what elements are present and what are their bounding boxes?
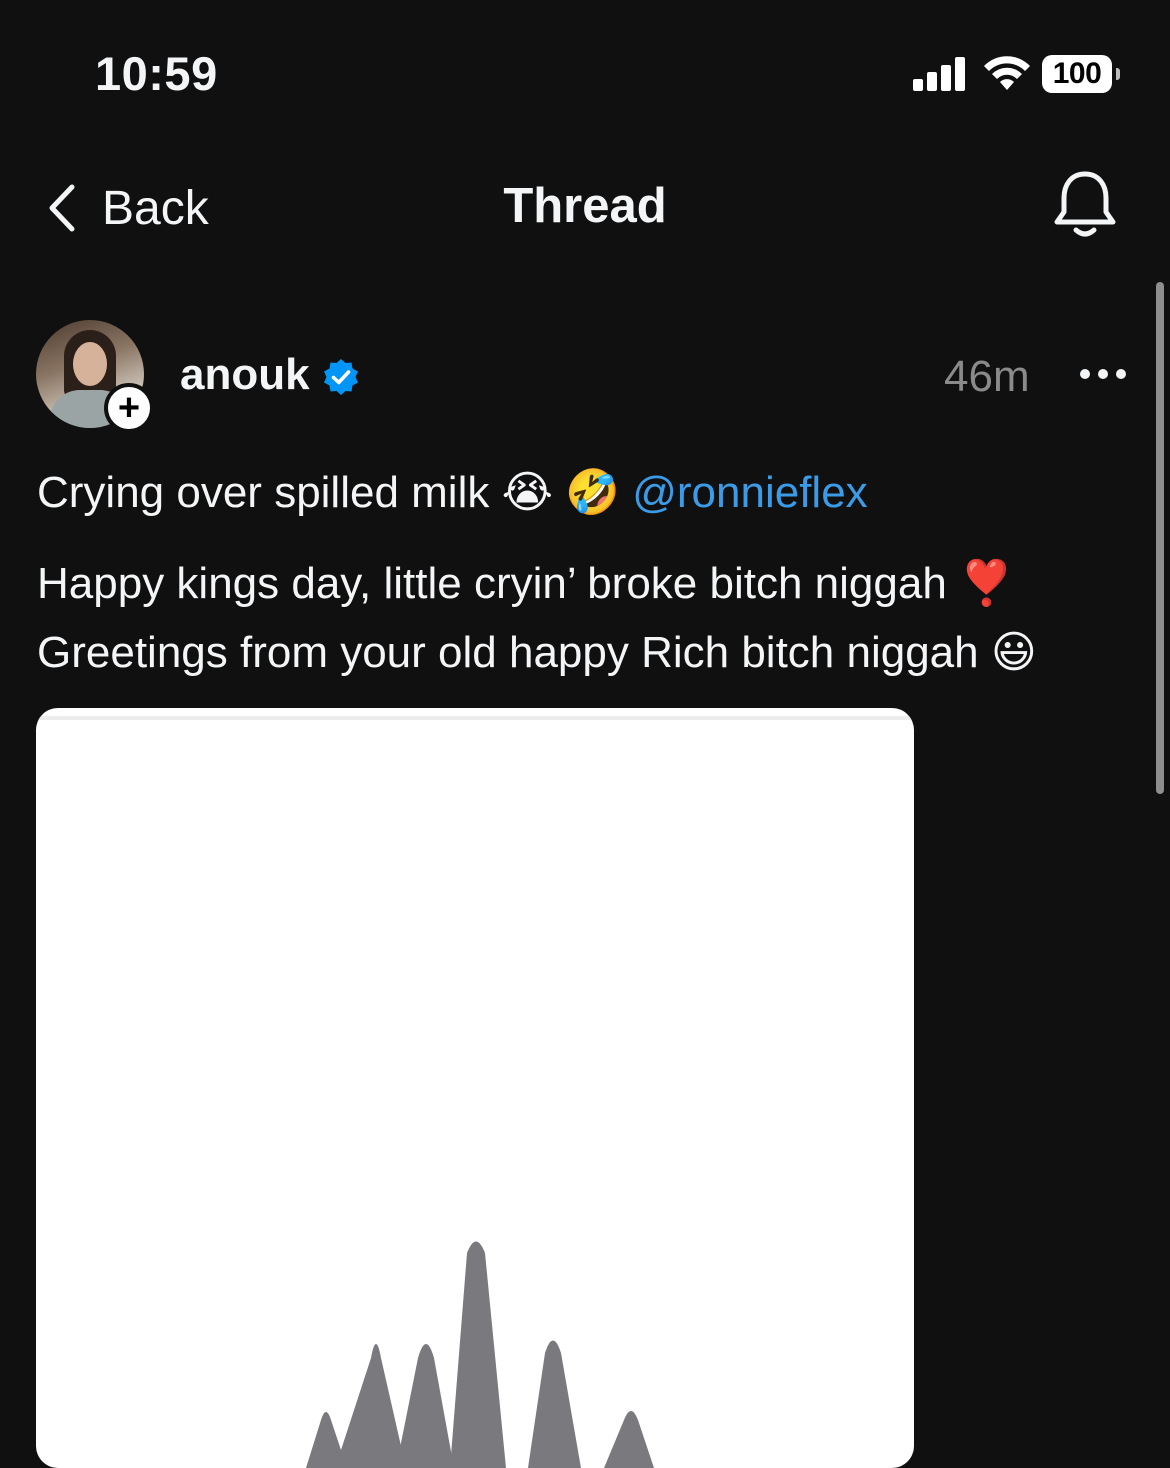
battery-level: 100	[1052, 57, 1102, 90]
page-title: Thread	[503, 179, 667, 233]
more-options-icon[interactable]	[1076, 354, 1130, 394]
post-header: + anouk 46m	[36, 320, 1136, 435]
mention-link[interactable]: @ronnieflex	[632, 468, 867, 517]
post-line-3: Greetings from your old happy Rich bitch…	[37, 628, 1037, 677]
avatar-face	[73, 342, 107, 386]
wifi-icon	[984, 56, 1030, 90]
battery-cap	[1116, 68, 1120, 80]
audio-waveform	[306, 1241, 654, 1468]
nav-bar: Back Thread	[0, 150, 1170, 270]
post-line-1: Crying over spilled milk 😭 🤣 @ronnieflex	[37, 458, 1137, 527]
verified-icon	[324, 359, 358, 395]
username[interactable]: anouk	[180, 350, 310, 400]
signal-icon	[913, 57, 965, 91]
bell-icon[interactable]	[1052, 168, 1118, 242]
battery-icon: 100	[1042, 55, 1112, 93]
timestamp: 46m	[944, 352, 1030, 401]
scrollbar[interactable]	[1156, 282, 1164, 794]
follow-plus-button[interactable]: +	[104, 383, 154, 433]
media-card[interactable]	[36, 708, 914, 1468]
post-body: Crying over spilled milk 😭 🤣 @ronnieflex…	[37, 458, 1137, 687]
post-caption: Crying over spilled milk 😭 🤣	[37, 468, 633, 517]
status-time: 10:59	[95, 47, 218, 100]
status-bar: 10:59 100	[0, 0, 1170, 140]
post-line-2: Happy kings day, little cryin’ broke bit…	[37, 559, 1014, 608]
